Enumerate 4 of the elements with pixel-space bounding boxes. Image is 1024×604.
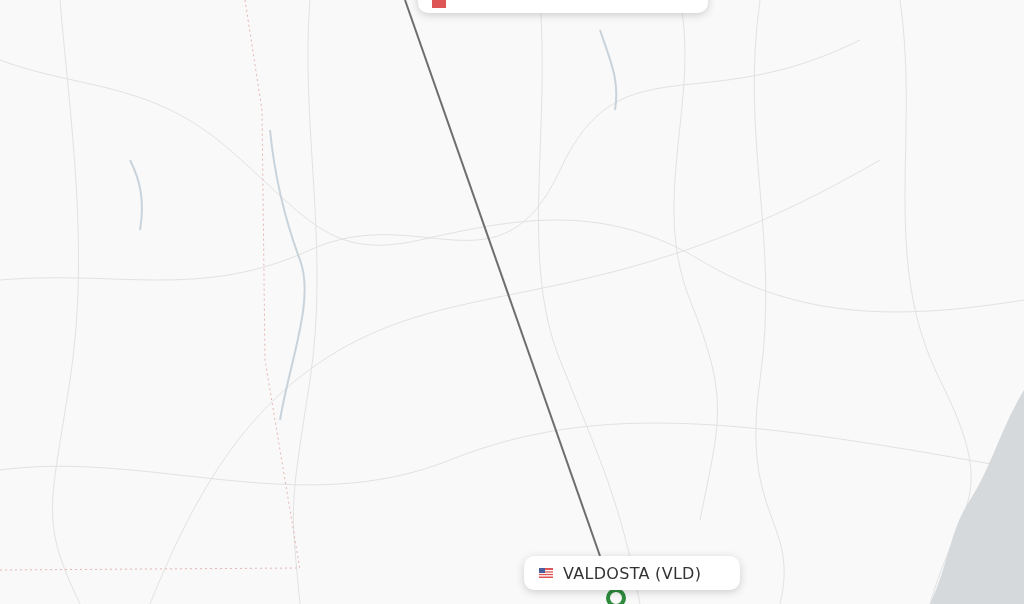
flag-icon <box>539 568 553 578</box>
airport-label: VALDOSTA (VLD) <box>563 563 702 583</box>
flag-icon <box>432 0 446 8</box>
airport-marker-icon <box>606 588 626 604</box>
